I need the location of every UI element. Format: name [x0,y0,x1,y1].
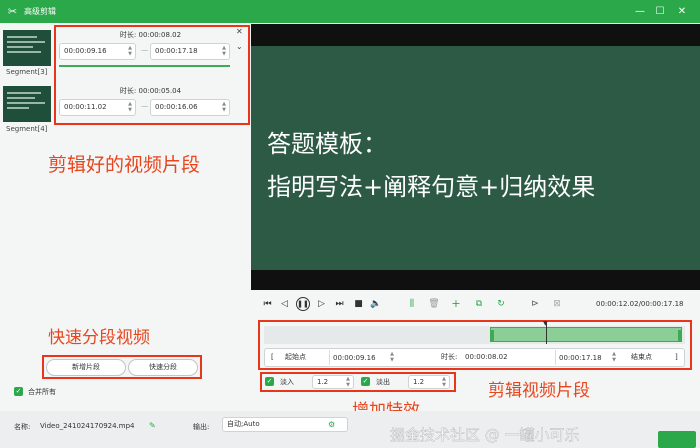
edit-name-icon[interactable]: ✎ [149,421,156,430]
bracket-left-icon: [ [271,353,274,361]
video-frame: 答题模板： 指明写法+阐释句意+归纳效果 [251,46,700,270]
step-forward-icon[interactable]: ▷ [316,297,327,311]
split-clip-icon[interactable]: ⫼ [406,297,418,311]
spinner-icon[interactable]: ▲ ▼ [611,351,617,364]
maximize-icon[interactable]: ☐ [650,2,670,21]
timeline-track[interactable]: ▼ [264,320,685,344]
advanced-edit-window: ✂ 高级剪辑 — ☐ ✕ Segment[3] Segment[4] 时长: 0… [0,0,700,448]
playback-time: 00:00:12.02/00:00:17.18 [596,300,684,308]
status-bar: 名称: Video_241024170924.mp4 ✎ 输出: 自动;Auto… [0,411,700,448]
segment-thumbnail-3[interactable] [3,30,51,66]
start-point-button[interactable]: 起始点 [285,349,306,366]
start-time-field[interactable]: 00:00:09.16 ▲ ▼ [329,350,397,365]
output-label: 输出: [193,423,210,431]
playhead-marker-icon[interactable]: ▼ [543,320,548,327]
window-title: 高级剪辑 [24,7,56,16]
annotation-clip: 剪辑视频片段 [488,381,590,401]
stop-icon[interactable]: ■ [353,297,364,311]
minimize-icon[interactable]: — [630,2,650,21]
end-point-button[interactable]: 结束点 [631,349,652,366]
fade-in-checkbox[interactable]: ✓ [265,377,274,386]
pause-icon[interactable]: ❚❚ [296,297,310,311]
trim-controls: [ 起始点 00:00:09.16 ▲ ▼ 时长: 00:00:08.02 00:… [264,348,685,367]
fade-out-checkbox[interactable]: ✓ [361,377,370,386]
watermark-text: 掘金技术社区 @ 一罐小可乐 [390,426,580,444]
file-name: Video_241024170924.mp4 [40,422,135,430]
segment-thumbnail-4[interactable] [3,86,51,122]
merge-all-checkbox[interactable]: ✓ [14,387,23,396]
name-label: 名称: [14,423,31,431]
segment-label-4: Segment[4] [6,125,48,133]
settings-gear-icon[interactable]: ⚙ [328,420,335,429]
bracket-right-icon: ] [675,353,678,361]
range-start-handle[interactable] [490,330,494,341]
merge-all-label: 合并所有 [28,388,56,396]
app-logo-icon: ✂ [7,5,18,18]
fade-in-field[interactable]: 1.2 ▲ ▼ [312,375,354,389]
segments-highlight-box [54,25,250,125]
quick-split-button[interactable]: 快速分段 [128,359,198,376]
annotation-split: 快速分段视频 [48,328,150,348]
delete-icon[interactable]: 🗑 [428,297,440,311]
duration-label: 时长: [441,353,458,361]
range-end-handle[interactable] [678,330,682,341]
mark-in-icon[interactable]: ⊳ [528,297,542,311]
segment-label-3: Segment[3] [6,68,48,76]
add-segment-button[interactable]: 新增片段 [46,359,126,376]
title-bar: ✂ 高级剪辑 — ☐ ✕ [0,0,700,23]
skip-forward-icon[interactable]: ⏭ [334,297,345,311]
end-time-field[interactable]: 00:00:17.18 ▲ ▼ [555,350,619,365]
fade-out-field[interactable]: 1.2 ▲ ▼ [408,375,450,389]
annotation-segments: 剪辑好的视频片段 [48,154,201,176]
spinner-icon[interactable]: ▲ ▼ [441,376,447,388]
selected-range[interactable] [490,327,682,342]
video-preview[interactable]: 答题模板： 指明写法+阐释句意+归纳效果 [251,24,700,290]
copy-icon[interactable]: ⧉ [473,297,485,311]
fade-out-label: 淡出 [376,378,390,386]
step-back-icon[interactable]: ◁ [279,297,290,311]
close-icon[interactable]: ✕ [672,2,692,21]
spinner-icon[interactable]: ▲ ▼ [345,376,351,388]
video-caption-line-2: 指明写法+阐释句意+归纳效果 [267,173,596,201]
add-icon[interactable]: + [450,297,462,311]
video-caption-line-1: 答题模板： [267,130,387,158]
duration-value: 00:00:08.02 [465,353,508,361]
fade-in-label: 淡入 [280,378,294,386]
spinner-icon[interactable]: ▲ ▼ [389,351,395,364]
confirm-button[interactable] [658,431,696,448]
skip-back-icon[interactable]: ⏮ [262,297,273,311]
volume-icon[interactable]: 🔈 [370,297,382,311]
mark-out-icon[interactable]: ⊠ [550,297,564,311]
reset-icon[interactable]: ↻ [495,297,507,311]
